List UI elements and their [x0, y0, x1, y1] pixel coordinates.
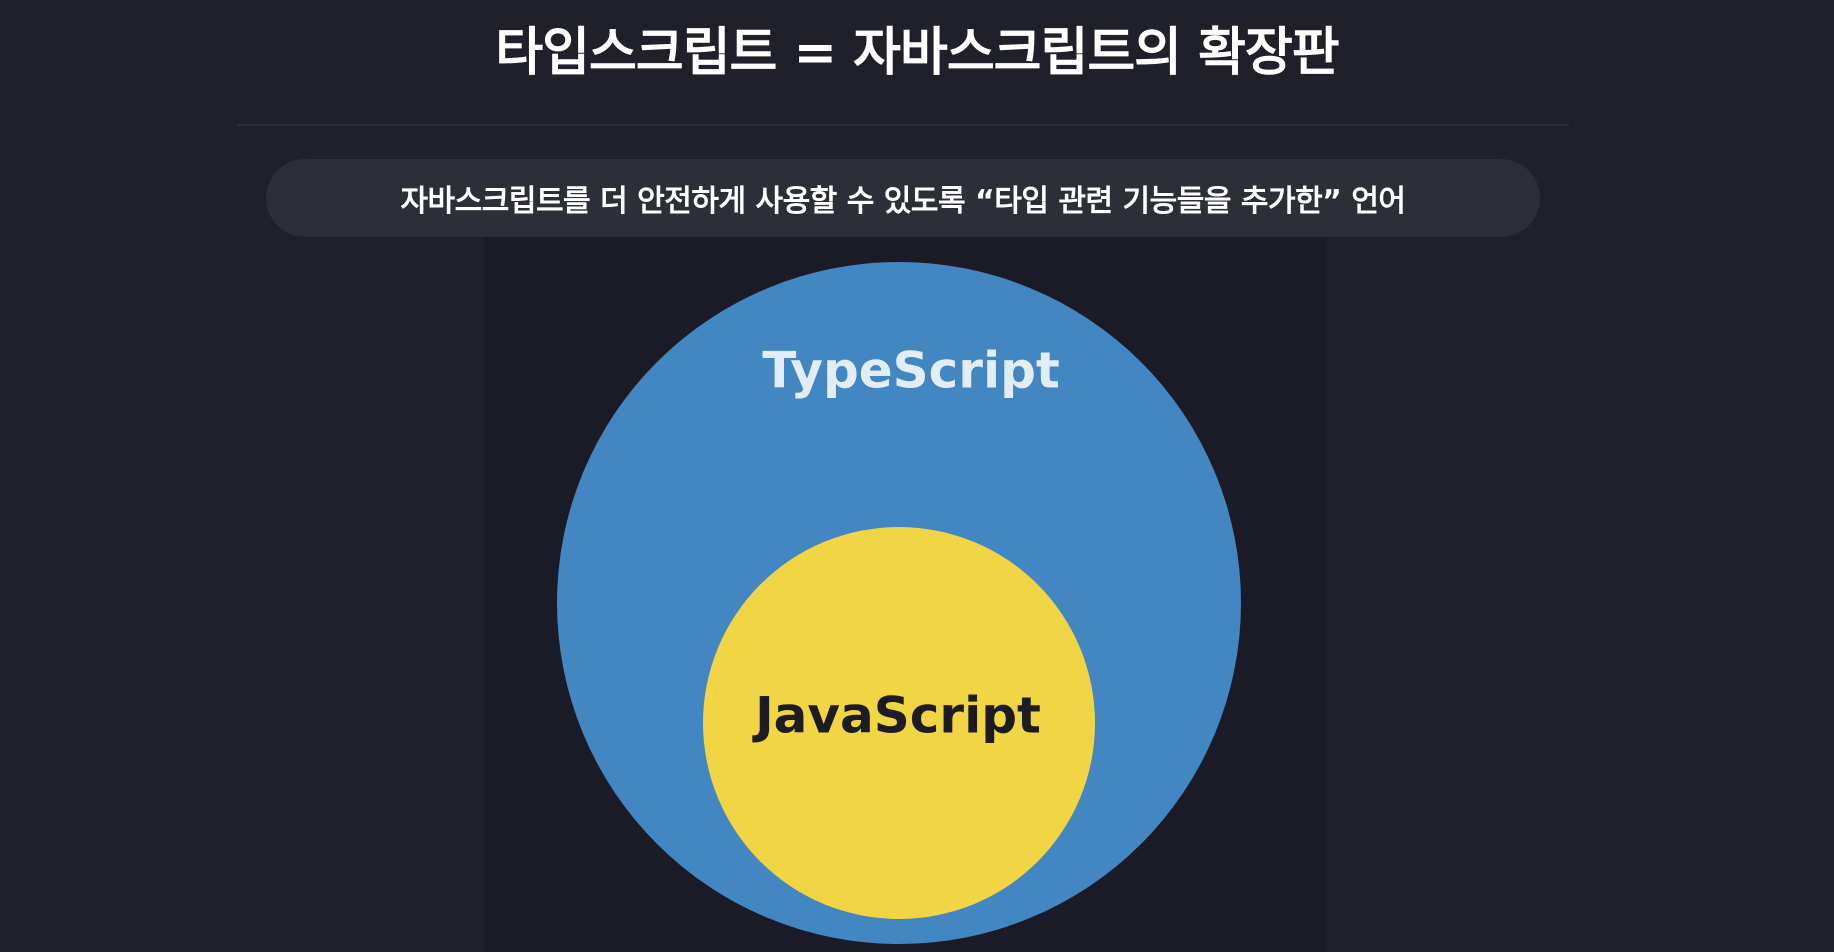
superset-diagram: TypeScript JavaScript	[557, 262, 1241, 944]
slide: 타입스크립트 = 자바스크립트의 확장판 자바스크립트를 더 안전하게 사용할 …	[0, 0, 1834, 952]
javascript-label: JavaScript	[752, 687, 1041, 745]
typescript-label: TypeScript	[762, 342, 1060, 400]
